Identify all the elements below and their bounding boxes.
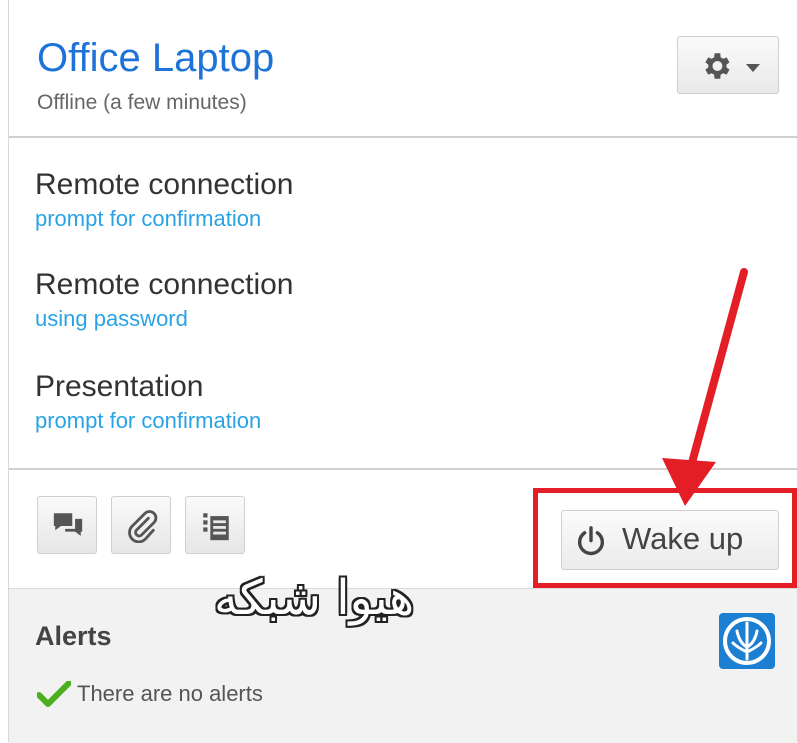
chat-icon [53, 513, 83, 536]
watermark-text: هیوا شبکه [214, 570, 415, 626]
connection-title: Presentation [35, 370, 204, 403]
connection-item-presentation[interactable]: Presentation prompt for confirmation [35, 372, 535, 432]
gear-icon [705, 53, 730, 79]
device-header: Office Laptop Offline (a few minutes) [9, 0, 797, 138]
connection-item-remote-confirm[interactable]: Remote connection prompt for confirmatio… [35, 170, 535, 230]
connection-item-remote-password[interactable]: Remote connection using password [35, 270, 535, 330]
connection-title: Remote connection [35, 168, 294, 201]
attachment-button[interactable] [111, 496, 171, 554]
list-icon [203, 513, 229, 541]
settings-dropdown-button[interactable] [677, 36, 779, 94]
brand-logo-icon [723, 617, 771, 665]
device-name[interactable]: Office Laptop [37, 38, 274, 78]
wake-up-button[interactable]: Wake up [561, 510, 779, 570]
connection-mode-link[interactable]: prompt for confirmation [35, 410, 535, 432]
connection-mode-link[interactable]: using password [35, 308, 535, 330]
device-panel: Office Laptop Offline (a few minutes) Re… [8, 0, 798, 743]
brand-logo [719, 613, 775, 669]
chevron-down-icon [746, 64, 760, 72]
connection-title: Remote connection [35, 268, 294, 301]
list-button[interactable] [185, 496, 245, 554]
chat-button[interactable] [37, 496, 97, 554]
attachment-icon [128, 510, 158, 543]
power-icon [577, 526, 605, 556]
checkmark-icon [37, 681, 71, 707]
alerts-title: Alerts [35, 621, 112, 651]
connection-mode-link[interactable]: prompt for confirmation [35, 208, 535, 230]
connection-list: Remote connection prompt for confirmatio… [9, 136, 797, 470]
alerts-message: There are no alerts [77, 681, 263, 706]
device-status: Offline (a few minutes) [37, 91, 247, 114]
wake-up-label: Wake up [622, 521, 744, 556]
